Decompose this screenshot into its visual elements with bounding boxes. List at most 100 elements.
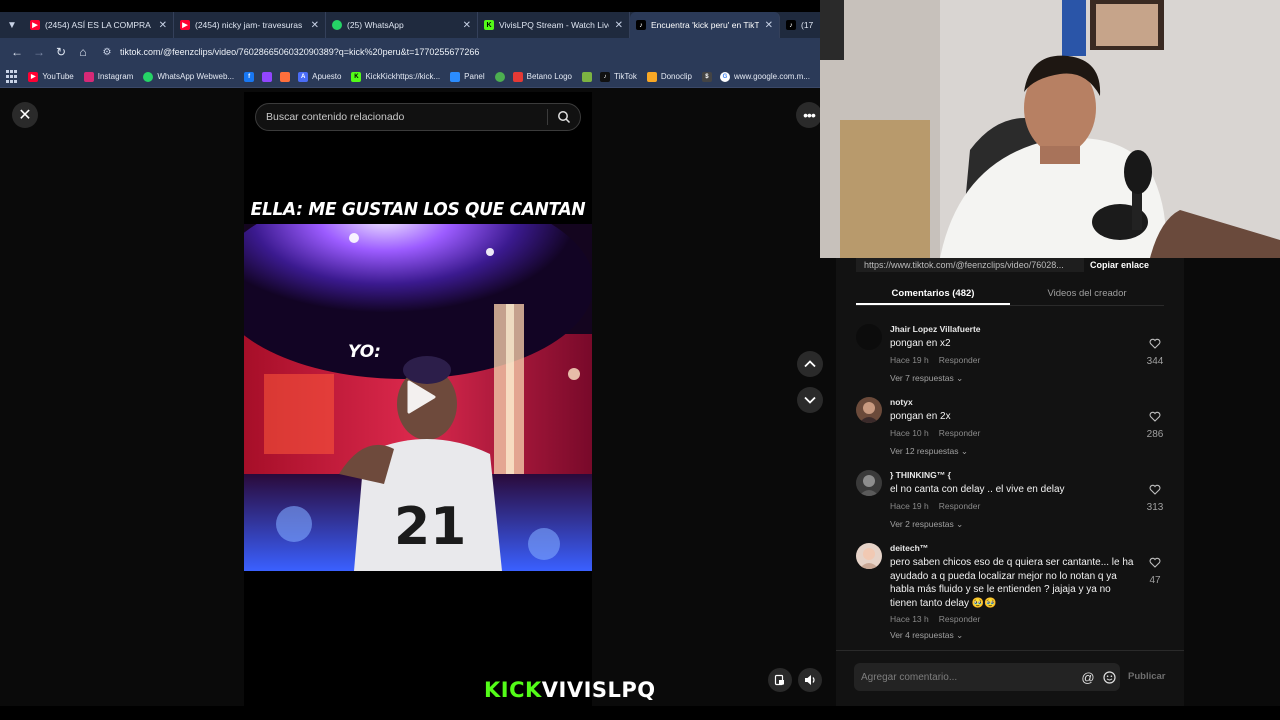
avatar[interactable]: [856, 324, 882, 350]
bookmark-extra-2[interactable]: [582, 71, 592, 82]
close-tab-icon[interactable]: ✕: [615, 20, 623, 31]
chevron-up-icon: [804, 360, 816, 368]
copy-link-button[interactable]: Copiar enlace: [1090, 260, 1149, 270]
dollar-icon: $: [701, 71, 712, 82]
reply-button[interactable]: Responder: [939, 428, 981, 438]
comment-text: pongan en 2x: [890, 411, 951, 422]
tab-title: Encuentra 'kick peru' en TikTok: [651, 20, 759, 30]
volume-button[interactable]: [798, 668, 822, 692]
floating-player-button[interactable]: [768, 668, 792, 692]
more-options-icon[interactable]: •••: [796, 102, 822, 128]
heart-icon: [1149, 484, 1161, 495]
webcam-overlay: [820, 0, 1280, 258]
home-icon[interactable]: ⌂: [72, 41, 94, 63]
close-tab-icon[interactable]: ✕: [159, 20, 167, 31]
back-icon[interactable]: ←: [6, 41, 28, 63]
tab-title: (17: [801, 20, 814, 30]
avatar[interactable]: [856, 397, 882, 423]
bookmark-instagram[interactable]: Instagram: [83, 71, 133, 82]
browser-tab[interactable]: (25) WhatsApp ✕: [326, 12, 478, 38]
view-replies-button[interactable]: Ver 7 respuestas ⌄: [890, 373, 1140, 384]
browser-tab[interactable]: ▶ (2454) ASÍ ES LA COMPRA SEM ✕: [24, 12, 174, 38]
mention-icon[interactable]: @: [1078, 670, 1098, 685]
tiktok-icon: ♪: [600, 71, 610, 82]
like-button[interactable]: 286: [1142, 409, 1168, 440]
play-icon[interactable]: [399, 377, 439, 417]
add-comment-field[interactable]: Agregar comentario... @: [854, 663, 1120, 691]
bookmark-kick[interactable]: K KickKickhttps://kick...: [351, 71, 440, 82]
tab-search-icon[interactable]: ▼: [0, 12, 24, 38]
reply-button[interactable]: Responder: [939, 355, 981, 365]
bookmark-whatsapp[interactable]: WhatsApp Webweb...: [143, 71, 235, 82]
instagram-icon: [83, 71, 94, 82]
previous-video-button[interactable]: [797, 351, 823, 377]
reply-button[interactable]: Responder: [939, 501, 981, 511]
bookmark-facebook[interactable]: f: [244, 71, 255, 82]
comment-time: Hace 19 h: [890, 500, 929, 511]
bookmark-panel[interactable]: Panel: [450, 71, 485, 82]
view-replies-button[interactable]: Ver 4 respuestas ⌄: [890, 630, 1140, 641]
bookmark-link[interactable]: [280, 71, 291, 82]
like-button[interactable]: 313: [1142, 482, 1168, 513]
bookmark-s[interactable]: $: [701, 71, 712, 82]
tab-comments[interactable]: Comentarios (482): [856, 284, 1010, 305]
close-tab-icon[interactable]: ✕: [765, 20, 773, 31]
emoji-icon[interactable]: [1098, 670, 1120, 684]
search-icon[interactable]: [548, 110, 580, 124]
share-link-text[interactable]: https://www.tiktok.com/@feenzclips/video…: [856, 258, 1084, 272]
tab-creator-videos[interactable]: Videos del creador: [1010, 284, 1164, 305]
comment-username[interactable]: deitech™: [890, 543, 1140, 553]
comment-username[interactable]: } THINKING™ {: [890, 470, 1140, 480]
search-bar[interactable]: Buscar contenido relacionado: [255, 103, 581, 131]
bookmark-donoclip[interactable]: Donoclip: [646, 71, 692, 82]
close-tab-icon[interactable]: ✕: [463, 20, 471, 31]
bookmark-youtube[interactable]: ▶ YouTube: [28, 71, 74, 82]
close-tab-icon[interactable]: ✕: [311, 20, 319, 31]
comments-tabs: Comentarios (482) Videos del creador: [856, 284, 1164, 306]
bookmark-label: Donoclip: [660, 72, 692, 81]
view-replies-label: Ver 7 respuestas: [890, 372, 954, 383]
twitch-icon: [262, 71, 273, 82]
brand-channel: VIVISLPQ: [541, 678, 656, 702]
globe-icon: [494, 71, 505, 82]
like-button[interactable]: 47: [1142, 555, 1168, 586]
bookmark-tiktok[interactable]: ♪ TikTok: [600, 71, 637, 82]
add-comment-input[interactable]: Agregar comentario...: [854, 672, 1078, 683]
bookmarks-bar: ▶ YouTube Instagram WhatsApp Webweb... f …: [0, 66, 820, 88]
next-video-button[interactable]: [797, 387, 823, 413]
reload-icon[interactable]: ↻: [50, 41, 72, 63]
bookmark-twitch[interactable]: [262, 71, 273, 82]
view-replies-label: Ver 2 respuestas: [890, 518, 954, 529]
bookmark-google[interactable]: Gwww.google.com.m...: [719, 71, 810, 82]
bookmark-apuesto[interactable]: A Apuesto: [298, 71, 341, 82]
publish-button[interactable]: Publicar: [1128, 671, 1166, 682]
browser-tab-bar: ▼ ▶ (2454) ASÍ ES LA COMPRA SEM ✕ ▶ (245…: [0, 12, 820, 38]
site-info-icon[interactable]: ⚙: [98, 43, 116, 61]
donoclip-icon: [646, 71, 657, 82]
comment-username[interactable]: Jhair Lopez Villafuerte: [890, 324, 1140, 334]
like-button[interactable]: 344: [1142, 336, 1168, 367]
avatar[interactable]: [856, 470, 882, 496]
bookmark-extra[interactable]: [494, 71, 505, 82]
view-replies-button[interactable]: Ver 12 respuestas ⌄: [890, 446, 1140, 457]
reply-button[interactable]: Responder: [939, 614, 981, 624]
jersey-number: 21: [394, 497, 466, 557]
browser-tab[interactable]: ♪ (17: [780, 12, 820, 38]
search-input[interactable]: Buscar contenido relacionado: [256, 111, 547, 123]
url-field[interactable]: tiktok.com/@feenzclips/video/76028665060…: [120, 47, 479, 57]
browser-tab-active[interactable]: ♪ Encuentra 'kick peru' en TikTok ✕: [630, 12, 780, 38]
bookmark-label: WhatsApp Webweb...: [157, 72, 235, 81]
close-icon[interactable]: ✕: [12, 102, 38, 128]
browser-tab[interactable]: ▶ (2454) nicky jam- travesuras - Y ✕: [174, 12, 326, 38]
avatar[interactable]: [856, 543, 882, 569]
bookmark-betano[interactable]: Betano Logo: [512, 71, 572, 82]
like-count: 286: [1146, 429, 1164, 440]
forward-icon[interactable]: →: [28, 41, 50, 63]
view-replies-button[interactable]: Ver 2 respuestas ⌄: [890, 519, 1140, 530]
apps-grid-icon[interactable]: [6, 69, 18, 84]
whatsapp-icon: [332, 20, 342, 30]
heart-icon: [1149, 557, 1161, 568]
browser-tab[interactable]: K VivisLPQ Stream - Watch Live o ✕: [478, 12, 630, 38]
comment-username[interactable]: notyx: [890, 397, 1140, 407]
like-count: 313: [1146, 502, 1164, 513]
